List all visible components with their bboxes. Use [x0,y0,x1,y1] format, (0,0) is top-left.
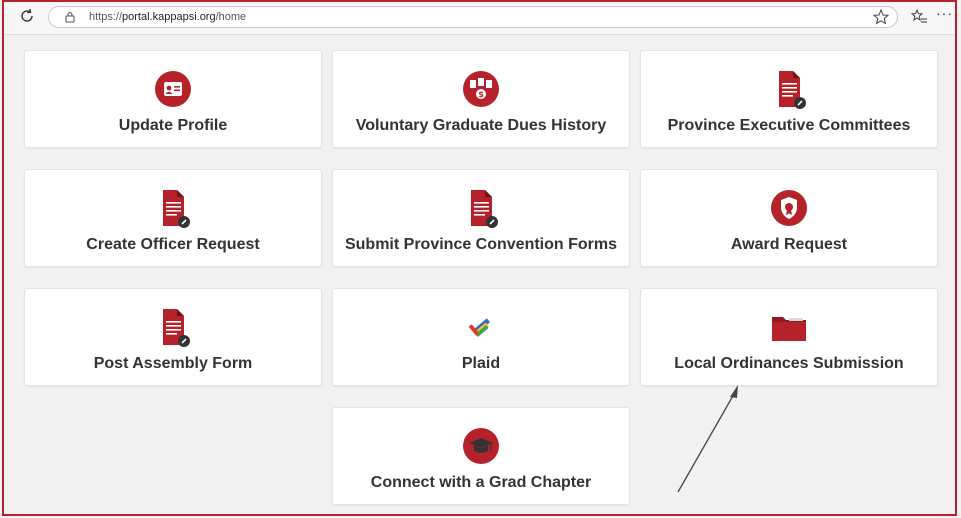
tile-connect-with-grad-chapter[interactable]: Connect with a Grad Chapter [332,407,630,505]
tile-local-ordinances-submission[interactable]: Local Ordinances Submission [640,288,938,386]
award-shield-icon [771,190,807,226]
document-icon [163,190,190,228]
tile-province-executive-committees[interactable]: Province Executive Committees [640,50,938,148]
svg-text:$: $ [478,90,484,99]
tile-label: Local Ordinances Submission [674,355,904,372]
tile-plaid[interactable]: Plaid [332,288,630,386]
app-frame: https://portal.kappapsi.org/home ··· Upd… [2,0,957,516]
document-icon [163,309,190,347]
document-icon [471,190,498,228]
tile-label: Update Profile [118,117,228,134]
folder-icon [772,317,806,341]
tile-update-profile[interactable]: Update Profile [24,50,322,148]
tile-create-officer-request[interactable]: Create Officer Request [24,169,322,267]
tile-award-request[interactable]: Award Request [640,169,938,267]
tile-label: Province Executive Committees [667,117,911,134]
favorites-list-icon[interactable] [910,8,928,26]
tile-submit-province-convention-forms[interactable]: Submit Province Convention Forms [332,169,630,267]
tile-label: Submit Province Convention Forms [344,236,618,253]
url-text: https://portal.kappapsi.org/home [89,11,247,23]
plaid-logo-icon [469,318,490,337]
tile-label: Connect with a Grad Chapter [370,474,592,491]
document-icon [779,71,806,109]
tile-voluntary-graduate-dues-history[interactable]: $ Voluntary Graduate Dues History [332,50,630,148]
tile-label: Create Officer Request [86,236,260,253]
profile-card-icon [155,71,191,107]
tile-label: Voluntary Graduate Dues History [355,117,607,134]
browser-toolbar: https://portal.kappapsi.org/home ··· [4,2,955,35]
favorite-star-icon[interactable] [872,8,890,26]
tile-label: Award Request [730,236,848,253]
tile-label: Plaid [461,355,501,372]
tile-label: Post Assembly Form [93,355,253,372]
graduation-cap-icon [463,428,499,464]
dues-documents-icon: $ [463,71,499,107]
reload-icon[interactable] [18,7,36,25]
tile-post-assembly-form[interactable]: Post Assembly Form [24,288,322,386]
more-menu-button[interactable]: ··· [936,5,953,21]
address-bar[interactable]: https://portal.kappapsi.org/home [48,6,898,28]
lock-icon [65,11,75,23]
